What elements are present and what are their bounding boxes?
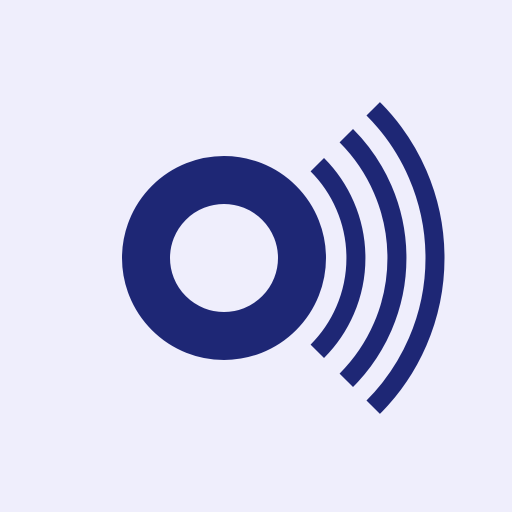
app-icon-canvas [0, 0, 512, 512]
broadcast-signal-icon [0, 0, 512, 512]
